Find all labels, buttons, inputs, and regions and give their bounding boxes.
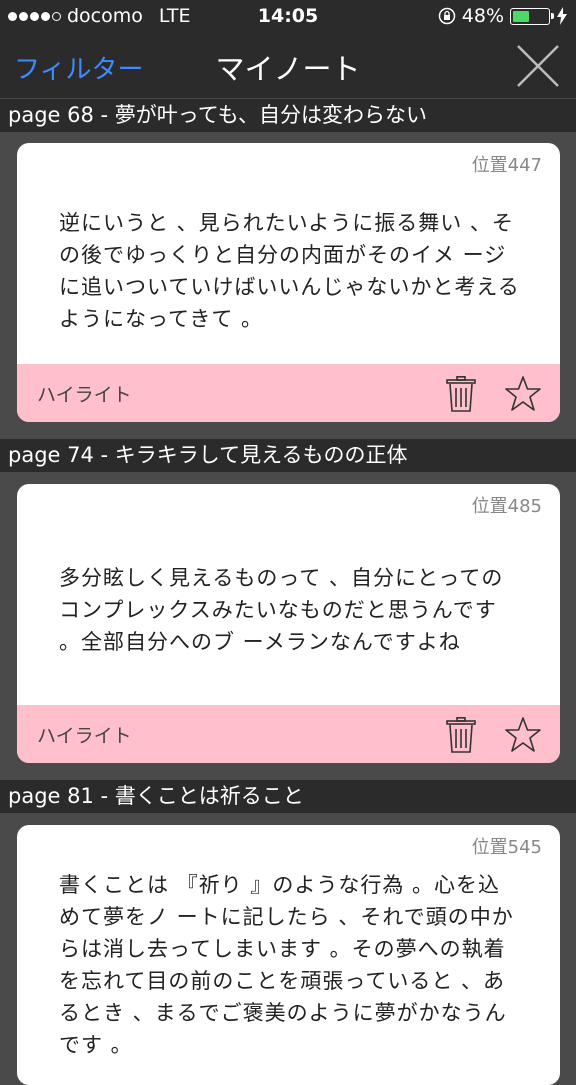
battery-fill (513, 10, 529, 22)
close-icon[interactable] (514, 42, 562, 90)
highlight-type-label: ハイライト (37, 725, 132, 747)
rotation-lock-icon (438, 7, 456, 25)
page-title: マイノート (215, 52, 361, 86)
note-text: 逆にいうと 、見られたいように振る舞い 、その後でゆっくりと自分の内面がそのイメ… (59, 211, 520, 331)
card-footer: ハイライト (17, 705, 560, 763)
star-icon[interactable] (504, 716, 542, 754)
status-bar: docomo LTE 14:05 48% (0, 0, 576, 32)
star-icon[interactable] (504, 375, 542, 413)
card-footer: ハイライト (17, 364, 560, 422)
location-label: 位置485 (471, 496, 542, 517)
section-header: page 68 - 夢が叶っても、自分は変わらない (0, 99, 576, 132)
charging-bolt-icon (557, 7, 567, 25)
battery-cap (551, 12, 554, 19)
status-right: 48% (438, 5, 568, 27)
note-card[interactable]: 位置545 書くことは 『祈り 』のような行為 。心を込めて夢をノ ートに記した… (17, 825, 560, 1085)
location-label: 位置447 (471, 155, 542, 176)
battery-percent: 48% (461, 5, 504, 27)
trash-icon[interactable] (445, 717, 477, 753)
section-header: page 81 - 書くことは祈ること (0, 780, 576, 813)
battery-icon (510, 7, 554, 25)
highlight-type-label: ハイライト (37, 384, 132, 406)
note-card[interactable]: 位置447 逆にいうと 、見られたいように振る舞い 、その後でゆっくりと自分の内… (17, 143, 560, 422)
trash-icon[interactable] (445, 376, 477, 412)
note-text: 書くことは 『祈り 』のような行為 。心を込めて夢をノ ートに記したら 、それで… (59, 873, 514, 1057)
location-label: 位置545 (471, 837, 542, 858)
section-header: page 74 - キラキラして見えるものの正体 (0, 439, 576, 472)
note-text: 多分眩しく見えるものって 、自分にとってのコンプレックスみたいなものだと思うんで… (59, 566, 504, 654)
navigation-bar: フィルター マイノート (0, 32, 576, 98)
note-card[interactable]: 位置485 多分眩しく見えるものって 、自分にとってのコンプレックスみたいなもの… (17, 484, 560, 763)
